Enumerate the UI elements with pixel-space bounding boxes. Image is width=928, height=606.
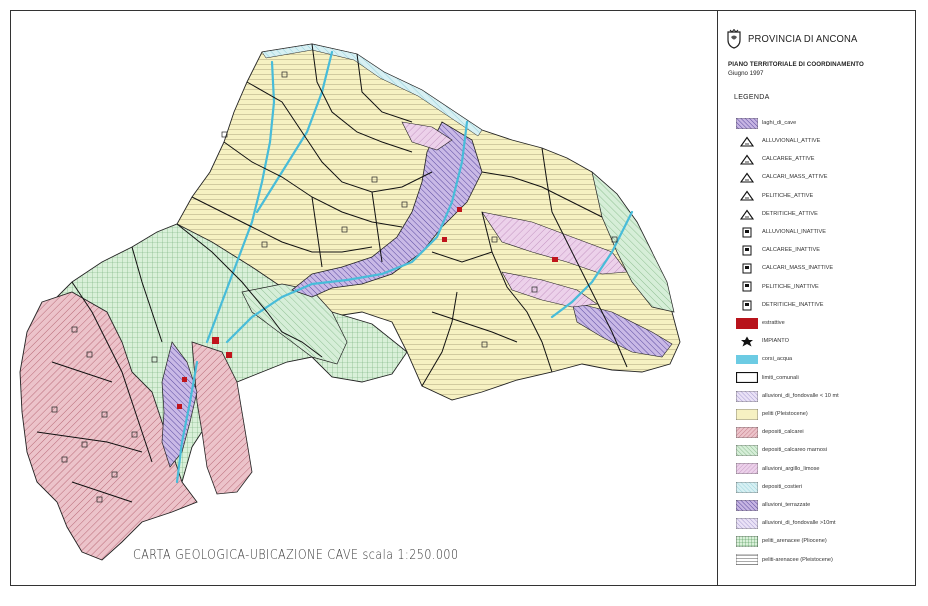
triangle-icon	[736, 154, 758, 165]
province-header: PROVINCIA DI ANCONA	[726, 28, 870, 50]
square-icon	[736, 227, 758, 238]
legend-item: CALCAREE_ATTIVE	[736, 151, 872, 167]
square-icon	[736, 300, 758, 311]
hatch-purple-light-icon	[736, 517, 758, 529]
legend-item: depositi_calcareo marnosi	[736, 443, 872, 459]
legend-item: peliti_arenacee (Pliocene)	[736, 534, 872, 550]
legend-label: alluvioni_argillo_limose	[762, 465, 820, 472]
yellow-block-icon	[736, 408, 758, 420]
star-icon	[736, 336, 758, 347]
plan-title: PIANO TERRITORIALE DI COORDINAMENTO	[728, 61, 864, 68]
triangle-icon	[736, 209, 758, 220]
legend-label: limiti_comunali	[762, 374, 799, 381]
grid-green-icon	[736, 536, 758, 548]
legend-panel: PROVINCIA DI ANCONA PIANO TERRITORIALE D…	[722, 24, 912, 580]
triangle-icon	[736, 172, 758, 183]
legend-label: CALCAREE_ATTIVE	[762, 156, 815, 163]
hatch-purple-light-icon	[736, 390, 758, 402]
legend-item: alluvioni_argillo_limose	[736, 461, 872, 477]
legend-item: DETRITICHE_INATTIVE	[736, 297, 872, 313]
outline-box-icon	[736, 372, 758, 384]
legend-item: CALCARI_MASS_INATTIVE	[736, 261, 872, 277]
legend-label: ALLUVIONALI_INATTIVE	[762, 228, 826, 235]
province-crest-icon	[727, 29, 741, 49]
legend-label: CALCAREE_INATTIVE	[762, 247, 821, 254]
legend-item: PELITICHE_INATTIVE	[736, 279, 872, 295]
cyan-block-icon	[736, 354, 758, 365]
legend-item: alluvioni_terrazzate	[736, 497, 872, 513]
legend-item: CALCAREE_INATTIVE	[736, 242, 872, 258]
legend-label: DETRITICHE_ATTIVE	[762, 210, 818, 217]
legend-item: limiti_comunali	[736, 370, 872, 386]
legend-item: ALLUVIONALI_INATTIVE	[736, 224, 872, 240]
legend-item: PELITICHE_ATTIVE	[736, 188, 872, 204]
legend-item: laghi_di_cave	[736, 115, 872, 131]
legend-label: estrattive	[762, 319, 785, 326]
province-name: PROVINCIA DI ANCONA	[748, 33, 858, 45]
legend-label: CALCARI_MASS_ATTIVE	[762, 174, 828, 181]
triangle-icon	[736, 136, 758, 147]
legend-label: ALLUVIONALI_ATTIVE	[762, 137, 821, 144]
legend-item: peliti-arenacee (Pleistocene)	[736, 552, 872, 568]
legend-label: depositi_calcareo marnosi	[762, 447, 827, 454]
legend-item: CALCARI_MASS_ATTIVE	[736, 170, 872, 186]
legend-label: CALCARI_MASS_INATTIVE	[762, 265, 834, 272]
legend-label: IMPIANTO	[762, 338, 789, 345]
hatch-purple-dark-icon	[736, 499, 758, 511]
legend-label: depositi_calcarei	[762, 429, 804, 436]
map-title: CARTA GEOLOGICA-UBICAZIONE CAVE scala 1:…	[133, 547, 459, 563]
legend-label: laghi_di_cave	[762, 119, 797, 126]
legend-item: estrattive	[736, 315, 872, 331]
legend-label: depositi_costieri	[762, 483, 803, 490]
legend-item: peliti (Pleistocene)	[736, 406, 872, 422]
geological-map	[19, 43, 681, 561]
legend-label: PELITICHE_INATTIVE	[762, 283, 819, 290]
legend-item: corsi_acqua	[736, 352, 872, 368]
legend-item: IMPIANTO	[736, 333, 872, 349]
legend-label: corsi_acqua	[762, 356, 793, 363]
legend-label: alluvioni_di_fondovalle < 10 mt	[762, 392, 839, 399]
hatch-lavender-icon	[736, 463, 758, 475]
legend-label: alluvioni_terrazzate	[762, 501, 811, 508]
hatch-green-icon	[736, 445, 758, 457]
square-icon	[736, 281, 758, 292]
hatch-purple-icon	[736, 117, 758, 129]
legend-label: PELITICHE_ATTIVE	[762, 192, 814, 199]
legend-item: alluvioni_di_fondovalle >10mt	[736, 515, 872, 531]
legend-item: DETRITICHE_ATTIVE	[736, 206, 872, 222]
legend-label: peliti (Pleistocene)	[762, 410, 808, 417]
square-icon	[736, 263, 758, 274]
hatch-cyan-icon	[736, 481, 758, 493]
legend-label: peliti-arenacee (Pleistocene)	[762, 556, 833, 563]
plan-date: Giugno 1997	[728, 70, 764, 77]
red-block-icon	[736, 317, 758, 329]
legend-item: depositi_costieri	[736, 479, 872, 495]
legend-label: alluvioni_di_fondovalle >10mt	[762, 520, 836, 527]
hatch-pink-icon	[736, 426, 758, 438]
legend-item: depositi_calcarei	[736, 424, 872, 440]
triangle-icon	[736, 190, 758, 201]
legend-label: DETRITICHE_INATTIVE	[762, 301, 824, 308]
hlines-icon	[736, 554, 758, 566]
legend-divider	[717, 10, 718, 586]
square-icon	[736, 245, 758, 256]
legend-item: alluvioni_di_fondovalle < 10 mt	[736, 388, 872, 404]
legend-heading: LEGENDA	[734, 94, 770, 101]
legend-label: peliti_arenacee (Pliocene)	[762, 538, 827, 545]
legend-item: ALLUVIONALI_ATTIVE	[736, 133, 872, 149]
